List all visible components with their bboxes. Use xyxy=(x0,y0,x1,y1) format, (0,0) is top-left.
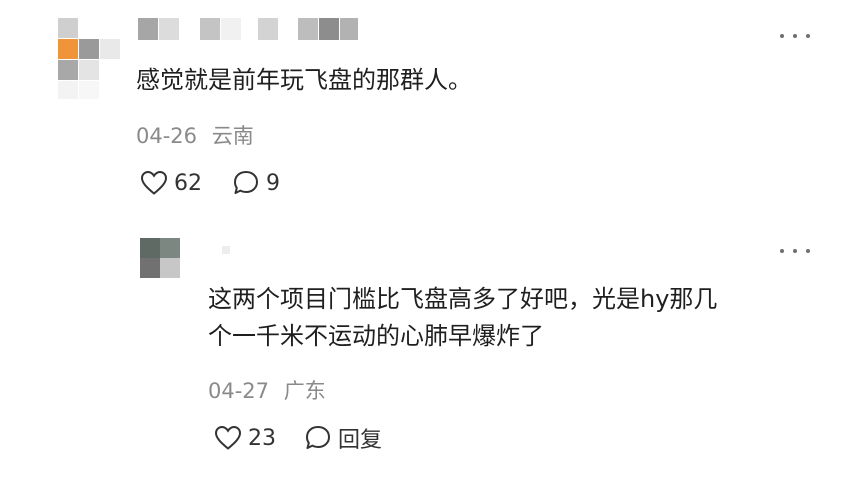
speech-bubble-icon xyxy=(232,169,260,197)
comment-location: 云南 xyxy=(211,124,254,148)
reply-text-line-2: 个一千米不运动的心肺早爆炸了 xyxy=(208,322,544,350)
reply-meta: 04-27 广东 xyxy=(208,375,326,405)
reply-like-count: 23 xyxy=(248,425,276,451)
reply-username[interactable] xyxy=(210,244,240,256)
reply-button[interactable]: 9 xyxy=(232,169,280,197)
reply-like-button[interactable]: 23 xyxy=(214,424,276,452)
comment-text: 感觉就是前年玩飞盘的那群人。 xyxy=(136,66,472,94)
speech-bubble-icon xyxy=(304,424,332,452)
reply-text-line-1: 这两个项目门槛比飞盘高多了好吧，光是hy那几 xyxy=(208,285,718,313)
reply-count: 9 xyxy=(266,170,280,196)
comment-meta: 04-26 云南 xyxy=(136,120,254,150)
like-button[interactable]: 62 xyxy=(140,169,202,197)
reply-label: 回复 xyxy=(338,428,383,453)
reply-action-button[interactable]: 回复 xyxy=(304,424,383,453)
heart-icon xyxy=(140,170,168,196)
reply-location: 广东 xyxy=(283,379,326,403)
comment-date: 04-26 xyxy=(136,124,198,148)
more-dots-icon[interactable] xyxy=(780,245,810,257)
avatar[interactable] xyxy=(58,18,120,100)
reply-avatar[interactable] xyxy=(140,238,180,278)
more-dots-icon[interactable] xyxy=(780,30,810,42)
reply-date: 04-27 xyxy=(208,379,270,403)
like-count: 62 xyxy=(174,170,202,196)
username[interactable] xyxy=(138,18,358,40)
heart-icon xyxy=(214,425,242,451)
